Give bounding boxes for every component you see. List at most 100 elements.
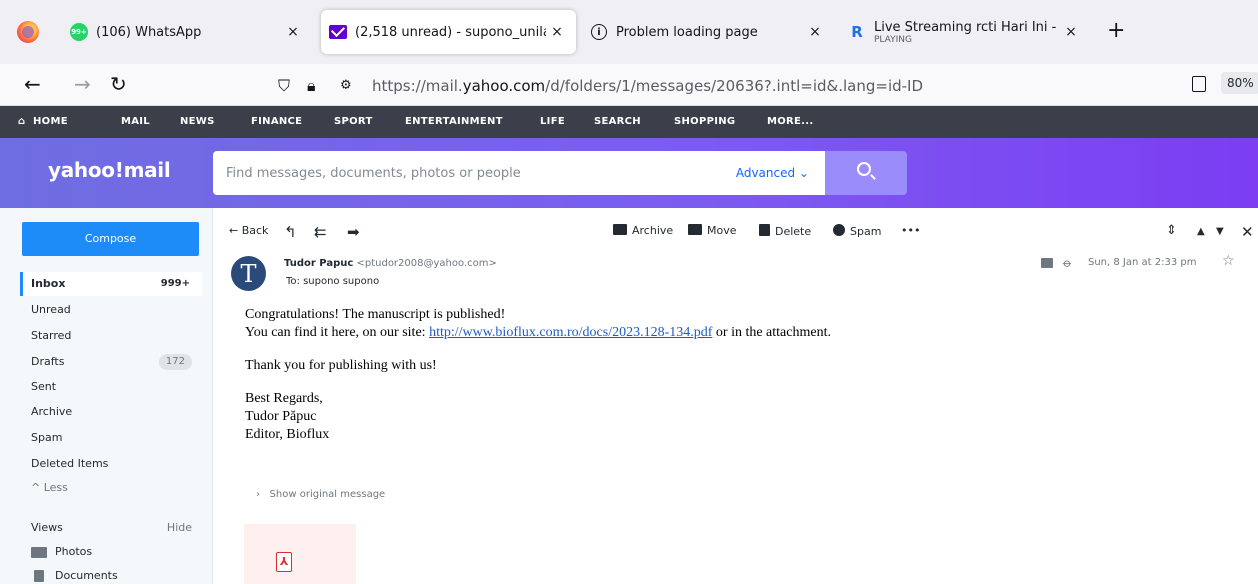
nav-home[interactable]: HOME: [33, 116, 68, 127]
nav-search[interactable]: SEARCH: [594, 116, 641, 127]
close-tab-icon[interactable]: ×: [1060, 24, 1082, 40]
chevron-right-icon: ›: [256, 489, 260, 500]
drafts-count: 172: [158, 354, 192, 370]
signature-line: Best Regards,: [245, 391, 323, 406]
firefox-logo-icon[interactable]: [17, 21, 39, 43]
new-tab-button[interactable]: +: [1107, 18, 1125, 43]
compose-button[interactable]: Compose: [22, 222, 199, 256]
nav-news[interactable]: NEWS: [180, 116, 215, 127]
hide-views-button[interactable]: Hide: [167, 521, 192, 534]
nav-shopping[interactable]: SHOPPING: [674, 116, 735, 127]
archive-button[interactable]: Archive: [613, 224, 673, 237]
forward-arrow-icon[interactable]: →: [74, 72, 91, 96]
shield-icon: [833, 224, 845, 236]
yahoo-mail-logo[interactable]: yahoo!mail: [48, 158, 171, 182]
sidebar-item-starred[interactable]: Starred: [20, 324, 202, 348]
sidebar-item-photos[interactable]: Photos: [20, 540, 202, 564]
reader-view-icon[interactable]: [1192, 76, 1206, 92]
nav-home-icon[interactable]: ⌂: [18, 116, 25, 127]
close-tab-icon[interactable]: ×: [282, 24, 304, 40]
folder-icon: [688, 224, 702, 235]
advanced-search-button[interactable]: Advanced ⌄: [736, 166, 809, 180]
close-tab-icon[interactable]: ×: [804, 24, 826, 40]
tab-title: (106) WhatsApp: [96, 24, 202, 40]
next-message-icon[interactable]: ▼: [1216, 226, 1224, 237]
permissions-icon[interactable]: ⚙: [340, 78, 352, 93]
tab-yahoo-mail[interactable]: (2,518 unread) - supono_unila@ ×: [321, 10, 576, 54]
trash-icon: [759, 224, 770, 236]
move-button[interactable]: Move: [688, 224, 737, 237]
nav-entertainment[interactable]: ENTERTAINMENT: [405, 116, 503, 127]
lock-icon[interactable]: 🔒︎: [307, 76, 316, 96]
reload-icon[interactable]: ↻: [110, 72, 127, 96]
tab-problem-loading[interactable]: i Problem loading page ×: [582, 10, 834, 54]
tab-playing-label: PLAYING: [874, 34, 912, 45]
avatar[interactable]: T: [231, 256, 266, 291]
url-bar[interactable]: https://mail.yahoo.com/d/folders/1/messa…: [372, 77, 923, 95]
archive-icon: [613, 224, 627, 235]
sidebar-item-documents[interactable]: Documents: [20, 564, 202, 584]
forward-icon[interactable]: ➡: [347, 223, 360, 241]
nav-sport[interactable]: SPORT: [334, 116, 373, 127]
tab-whatsapp[interactable]: 99+ (106) WhatsApp ×: [62, 10, 312, 54]
back-arrow-icon[interactable]: ←: [24, 72, 41, 96]
tab-title: Problem loading page: [616, 24, 758, 40]
body-line: Congratulations! The manuscript is publi…: [245, 307, 506, 322]
sidebar-item-unread[interactable]: Unread: [20, 298, 202, 322]
spam-button[interactable]: Spam: [833, 224, 881, 238]
body-line: Thank you for publishing with us!: [245, 358, 437, 373]
whatsapp-icon: 99+: [70, 23, 88, 41]
sidebar-item-archive[interactable]: Archive: [20, 400, 202, 424]
search-input[interactable]: Find messages, documents, photos or peop…: [213, 151, 825, 195]
signature-line: Tudor Păpuc: [245, 409, 317, 424]
star-icon[interactable]: ☆: [1222, 253, 1235, 269]
print-icon[interactable]: [1041, 258, 1053, 268]
previous-message-icon[interactable]: ▲: [1197, 226, 1205, 237]
show-original-message[interactable]: › Show original message: [256, 489, 385, 500]
tab-live-streaming[interactable]: R Live Streaming rcti Hari Ini - TV PLAY…: [840, 10, 1090, 54]
body-line: You can find it here, on our site: http:…: [245, 325, 831, 340]
tab-title: (2,518 unread) - supono_unila@: [355, 24, 546, 40]
signature-line: Editor, Bioflux: [245, 427, 330, 442]
close-tab-icon[interactable]: ×: [546, 24, 568, 40]
sender-email: <ptudor2008@yahoo.com>: [356, 258, 497, 269]
pdf-link[interactable]: http://www.bioflux.com.ro/docs/2023.128-…: [429, 325, 712, 340]
sidebar-item-drafts[interactable]: Drafts 172: [20, 350, 202, 374]
sidebar-item-inbox[interactable]: Inbox 999+: [20, 272, 202, 296]
mail-icon: [329, 23, 347, 41]
close-message-icon[interactable]: ✕: [1241, 223, 1254, 241]
sender-name: Tudor Papuc: [284, 258, 354, 269]
info-icon: i: [590, 23, 608, 41]
reply-icon[interactable]: ↰: [284, 223, 297, 241]
photo-icon: [31, 546, 47, 558]
browser-nav-bar: ← → ↻ ⛉ 🔒︎ ⚙ https://mail.yahoo.com/d/fo…: [0, 64, 1258, 106]
document-icon: [34, 570, 44, 582]
browser-tab-strip: 99+ (106) WhatsApp × (2,518 unread) - su…: [0, 0, 1258, 64]
expand-icon[interactable]: ⇕: [1166, 223, 1177, 238]
unread-count: 999+: [160, 278, 190, 289]
sidebar-item-sent[interactable]: Sent: [20, 375, 202, 399]
zoom-indicator[interactable]: 80%: [1221, 72, 1258, 94]
nav-life[interactable]: LIFE: [540, 116, 565, 127]
sidebar-item-spam[interactable]: Spam: [20, 426, 202, 450]
shield-icon[interactable]: ⛉: [278, 76, 290, 96]
message-body: Congratulations! The manuscript is publi…: [245, 306, 831, 444]
search-icon: [857, 162, 871, 176]
attachment-icon: ⌀: [1060, 255, 1076, 271]
mail-header: yahoo!mail Find messages, documents, pho…: [0, 138, 1258, 208]
message-toolbar: ← Back ↰ ⇇ ➡ Archive Move Delete Spam ••…: [213, 208, 1258, 254]
sidebar-less-toggle[interactable]: ^ Less: [20, 476, 202, 500]
back-button[interactable]: ← Back: [229, 224, 268, 237]
attachment-card[interactable]: ⅄: [244, 524, 356, 584]
search-placeholder: Find messages, documents, photos or peop…: [226, 166, 521, 181]
nav-mail[interactable]: MAIL: [121, 116, 150, 127]
reply-all-icon[interactable]: ⇇: [314, 223, 327, 241]
sidebar-item-deleted[interactable]: Deleted Items: [20, 452, 202, 476]
delete-button[interactable]: Delete: [759, 224, 811, 238]
pdf-icon: ⅄: [276, 552, 292, 572]
more-actions-button[interactable]: •••: [901, 224, 920, 237]
nav-more[interactable]: MORE...: [767, 116, 813, 127]
nav-finance[interactable]: FINANCE: [251, 116, 302, 127]
sender[interactable]: Tudor Papuc <ptudor2008@yahoo.com>: [284, 258, 497, 269]
search-button[interactable]: [825, 151, 907, 195]
